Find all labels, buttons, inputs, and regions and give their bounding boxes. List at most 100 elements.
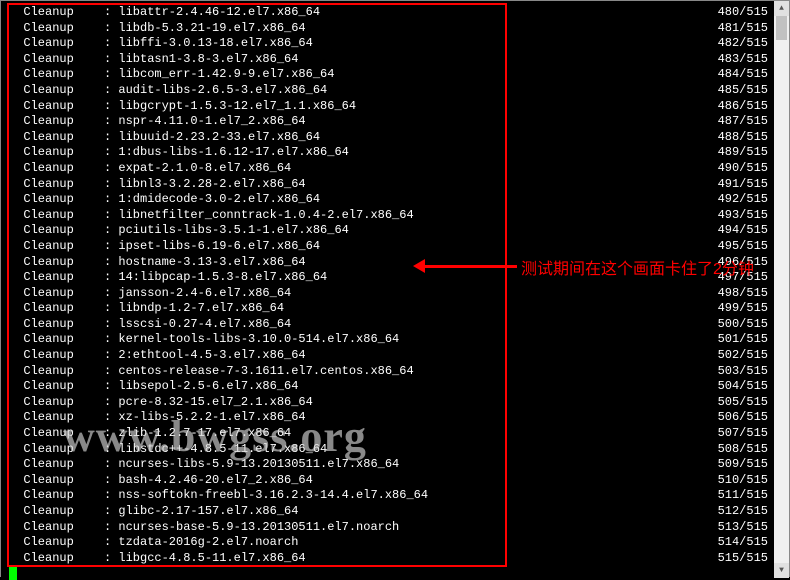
progress-count: 509/515 xyxy=(698,457,768,473)
output-line: Cleanup: audit-libs-2.6.5-3.el7.x86_6448… xyxy=(9,83,768,99)
package-name: : bash-4.2.46-20.el7_2.x86_64 xyxy=(104,473,698,489)
action-label: Cleanup xyxy=(9,21,104,37)
progress-count: 502/515 xyxy=(698,348,768,364)
progress-count: 482/515 xyxy=(698,36,768,52)
output-line: Cleanup: libgcrypt-1.5.3-12.el7_1.1.x86_… xyxy=(9,99,768,115)
output-line: Cleanup: ipset-libs-6.19-6.el7.x86_64495… xyxy=(9,239,768,255)
progress-count: 487/515 xyxy=(698,114,768,130)
action-label: Cleanup xyxy=(9,301,104,317)
progress-count: 488/515 xyxy=(698,130,768,146)
package-name: : ncurses-base-5.9-13.20130511.el7.noarc… xyxy=(104,520,698,536)
package-name: : glibc-2.17-157.el7.x86_64 xyxy=(104,504,698,520)
output-line: Cleanup: jansson-2.4-6.el7.x86_64498/515 xyxy=(9,286,768,302)
scroll-up-button[interactable]: ▲ xyxy=(774,1,789,16)
package-name: : 2:ethtool-4.5-3.el7.x86_64 xyxy=(104,348,698,364)
action-label: Cleanup xyxy=(9,130,104,146)
action-label: Cleanup xyxy=(9,5,104,21)
package-name: : libffi-3.0.13-18.el7.x86_64 xyxy=(104,36,698,52)
action-label: Cleanup xyxy=(9,551,104,567)
package-name: : libgcrypt-1.5.3-12.el7_1.1.x86_64 xyxy=(104,99,698,115)
package-name: : pciutils-libs-3.5.1-1.el7.x86_64 xyxy=(104,223,698,239)
package-name: : nss-softokn-freebl-3.16.2.3-14.4.el7.x… xyxy=(104,488,698,504)
output-line: Cleanup: nspr-4.11.0-1.el7_2.x86_64487/5… xyxy=(9,114,768,130)
package-name: : libnetfilter_conntrack-1.0.4-2.el7.x86… xyxy=(104,208,698,224)
progress-count: 489/515 xyxy=(698,145,768,161)
action-label: Cleanup xyxy=(9,223,104,239)
scrollbar[interactable]: ▲ ▼ xyxy=(774,1,789,578)
progress-count: 498/515 xyxy=(698,286,768,302)
progress-count: 483/515 xyxy=(698,52,768,68)
action-label: Cleanup xyxy=(9,239,104,255)
progress-count: 481/515 xyxy=(698,21,768,37)
package-name: : libuuid-2.23.2-33.el7.x86_64 xyxy=(104,130,698,146)
action-label: Cleanup xyxy=(9,379,104,395)
action-label: Cleanup xyxy=(9,286,104,302)
action-label: Cleanup xyxy=(9,457,104,473)
output-line: Cleanup: ncurses-base-5.9-13.20130511.el… xyxy=(9,520,768,536)
action-label: Cleanup xyxy=(9,520,104,536)
output-line: Cleanup: 2:ethtool-4.5-3.el7.x86_64502/5… xyxy=(9,348,768,364)
package-name: : libcom_err-1.42.9-9.el7.x86_64 xyxy=(104,67,698,83)
output-line: Cleanup: libgcc-4.8.5-11.el7.x86_64515/5… xyxy=(9,551,768,567)
progress-count: 492/515 xyxy=(698,192,768,208)
package-name: : libtasn1-3.8-3.el7.x86_64 xyxy=(104,52,698,68)
progress-count: 508/515 xyxy=(698,442,768,458)
output-line: Cleanup: glibc-2.17-157.el7.x86_64512/51… xyxy=(9,504,768,520)
output-line: Cleanup: libuuid-2.23.2-33.el7.x86_64488… xyxy=(9,130,768,146)
package-name: : ipset-libs-6.19-6.el7.x86_64 xyxy=(104,239,698,255)
output-line: Cleanup: libndp-1.2-7.el7.x86_64499/515 xyxy=(9,301,768,317)
progress-count: 501/515 xyxy=(698,332,768,348)
package-name: : nspr-4.11.0-1.el7_2.x86_64 xyxy=(104,114,698,130)
package-name: : 1:dmidecode-3.0-2.el7.x86_64 xyxy=(104,192,698,208)
progress-count: 490/515 xyxy=(698,161,768,177)
action-label: Cleanup xyxy=(9,270,104,286)
package-name: : libgcc-4.8.5-11.el7.x86_64 xyxy=(104,551,698,567)
progress-count: 495/515 xyxy=(698,239,768,255)
progress-count: 494/515 xyxy=(698,223,768,239)
package-name: : xz-libs-5.2.2-1.el7.x86_64 xyxy=(104,410,698,426)
package-name: : jansson-2.4-6.el7.x86_64 xyxy=(104,286,698,302)
package-name: : centos-release-7-3.1611.el7.centos.x86… xyxy=(104,364,698,380)
progress-count: 512/515 xyxy=(698,504,768,520)
progress-count: 507/515 xyxy=(698,426,768,442)
action-label: Cleanup xyxy=(9,52,104,68)
action-label: Cleanup xyxy=(9,332,104,348)
progress-count: 485/515 xyxy=(698,83,768,99)
progress-count: 504/515 xyxy=(698,379,768,395)
scroll-down-button[interactable]: ▼ xyxy=(774,563,789,578)
package-name: : zlib-1.2.7-17.el7.x86_64 xyxy=(104,426,698,442)
action-label: Cleanup xyxy=(9,208,104,224)
progress-count: 513/515 xyxy=(698,520,768,536)
output-line: Cleanup: lsscsi-0.27-4.el7.x86_64500/515 xyxy=(9,317,768,333)
scroll-thumb[interactable] xyxy=(776,16,787,40)
package-name: : libstdc++-4.8.5-11.el7.x86_64 xyxy=(104,442,698,458)
progress-count: 505/515 xyxy=(698,395,768,411)
output-line: Cleanup: libsepol-2.5-6.el7.x86_64504/51… xyxy=(9,379,768,395)
action-label: Cleanup xyxy=(9,535,104,551)
action-label: Cleanup xyxy=(9,410,104,426)
progress-count: 511/515 xyxy=(698,488,768,504)
output-line: Cleanup: libtasn1-3.8-3.el7.x86_64483/51… xyxy=(9,52,768,68)
package-name: : tzdata-2016g-2.el7.noarch xyxy=(104,535,698,551)
terminal-output[interactable]: Cleanup: libattr-2.4.46-12.el7.x86_64480… xyxy=(1,1,776,578)
package-name: : expat-2.1.0-8.el7.x86_64 xyxy=(104,161,698,177)
action-label: Cleanup xyxy=(9,364,104,380)
action-label: Cleanup xyxy=(9,36,104,52)
action-label: Cleanup xyxy=(9,473,104,489)
output-line: Cleanup: centos-release-7-3.1611.el7.cen… xyxy=(9,364,768,380)
progress-count: 510/515 xyxy=(698,473,768,489)
package-name: : ncurses-libs-5.9-13.20130511.el7.x86_6… xyxy=(104,457,698,473)
package-name: : audit-libs-2.6.5-3.el7.x86_64 xyxy=(104,83,698,99)
package-name: : libndp-1.2-7.el7.x86_64 xyxy=(104,301,698,317)
action-label: Cleanup xyxy=(9,317,104,333)
progress-count: 486/515 xyxy=(698,99,768,115)
scroll-track[interactable] xyxy=(774,16,789,563)
action-label: Cleanup xyxy=(9,83,104,99)
package-name: : libdb-5.3.21-19.el7.x86_64 xyxy=(104,21,698,37)
package-name: : libsepol-2.5-6.el7.x86_64 xyxy=(104,379,698,395)
package-name: : pcre-8.32-15.el7_2.1.x86_64 xyxy=(104,395,698,411)
output-line: Cleanup: pciutils-libs-3.5.1-1.el7.x86_6… xyxy=(9,223,768,239)
output-line: Cleanup: tzdata-2016g-2.el7.noarch514/51… xyxy=(9,535,768,551)
progress-count: 493/515 xyxy=(698,208,768,224)
progress-count: 500/515 xyxy=(698,317,768,333)
